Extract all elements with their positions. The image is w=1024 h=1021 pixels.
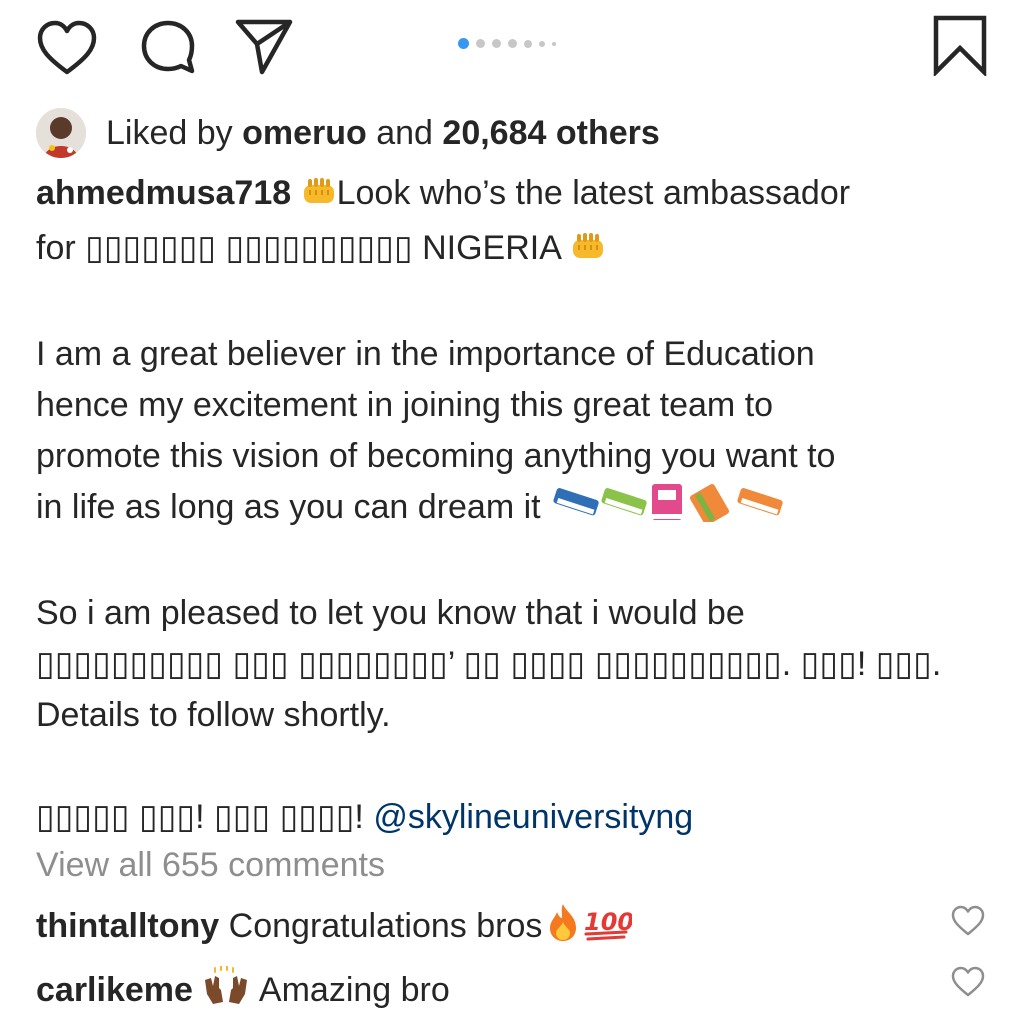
fist-emoji (301, 172, 337, 223)
like-comment-heart-icon[interactable] (950, 905, 986, 937)
likes-count[interactable]: 20,684 others (442, 114, 659, 153)
caption-paragraph-2-line: hence my excitement in joining this grea… (36, 386, 774, 424)
comment-icon[interactable] (138, 18, 198, 76)
carousel-dot (552, 41, 556, 46)
hundred-emoji: 100 (580, 902, 635, 951)
caption-line-1-text: Look who’s the latest ambassador (336, 174, 851, 212)
carousel-dot (476, 39, 485, 48)
comment-username[interactable]: thintalltony (36, 907, 219, 946)
carousel-dot (539, 40, 545, 47)
likes-summary[interactable]: Liked by omeruo and 20,684 others (36, 108, 660, 158)
caption-closing-line: ▯▯▯▯▯ ▯▯▯! ▯▯▯ ▯▯▯▯! @skylineuniversityn… (36, 792, 996, 843)
view-all-comments-link[interactable]: View all 655 comments (36, 846, 385, 885)
comment-text: Amazing bro (258, 971, 450, 1009)
heart-icon[interactable] (36, 20, 98, 76)
caption-line-1: ahmedmusa718 Look who’s the latest ambas… (36, 168, 996, 223)
comment-item: carlikeme Amazing bro (36, 965, 450, 1015)
post-caption: ahmedmusa718 Look who’s the latest ambas… (36, 168, 996, 843)
comment-text: Congratulations bros (228, 907, 543, 945)
caption-username[interactable]: ahmedmusa718 (36, 174, 291, 212)
carousel-dot (492, 39, 501, 48)
caption-stylized-text: ▯▯▯▯▯▯▯▯▯▯ ▯▯▯ ▯▯▯▯▯▯▯▯’ ▯▯ ▯▯▯▯ ▯▯▯▯▯▯▯… (36, 645, 942, 683)
caption-paragraph-2-line: I am a great believer in the importance … (36, 335, 815, 373)
caption-stylized-text: ▯▯▯▯▯ ▯▯▯! ▯▯▯ ▯▯▯▯! (36, 798, 364, 836)
liked-by-prefix: Liked by (106, 113, 233, 152)
caption-line-2: for ▯▯▯▯▯▯▯ ▯▯▯▯▯▯▯▯▯▯ NIGERIA (36, 223, 996, 278)
caption-stylized-text: ▯▯▯▯▯▯▯ ▯▯▯▯▯▯▯▯▯▯ (85, 229, 413, 267)
fist-emoji (570, 227, 606, 278)
avatar[interactable] (36, 108, 86, 158)
caption-paragraph-3-line: So i am pleased to let you know that i w… (36, 594, 745, 632)
books-emoji (550, 482, 790, 537)
mention-link[interactable]: @skylineuniversityng (373, 798, 693, 836)
raised-hands-emoji (201, 965, 251, 1015)
liked-by-user[interactable]: omeruo (242, 114, 367, 153)
fire-emoji (546, 902, 580, 951)
share-icon[interactable] (232, 16, 296, 76)
post-action-bar (0, 0, 1024, 100)
caption-paragraph-3-line: Details to follow shortly. (36, 696, 391, 734)
carousel-indicator (458, 38, 563, 49)
comment-item: thintalltony Congratulations bros 100 (36, 902, 635, 951)
carousel-dot (524, 39, 532, 48)
caption-line-2-suffix: NIGERIA (422, 229, 561, 267)
bookmark-icon[interactable] (932, 14, 988, 76)
liked-by-and: and (376, 113, 433, 152)
like-comment-heart-icon[interactable] (950, 966, 986, 998)
caption-paragraph-2-line: in life as long as you can dream it (36, 488, 541, 526)
caption-paragraph-2-last: in life as long as you can dream it (36, 482, 996, 537)
caption-paragraph-2-line: promote this vision of becoming anything… (36, 437, 836, 475)
carousel-dot (458, 38, 469, 49)
comment-username[interactable]: carlikeme (36, 971, 193, 1010)
carousel-dot (508, 39, 517, 48)
caption-line-2-prefix: for (36, 229, 76, 267)
